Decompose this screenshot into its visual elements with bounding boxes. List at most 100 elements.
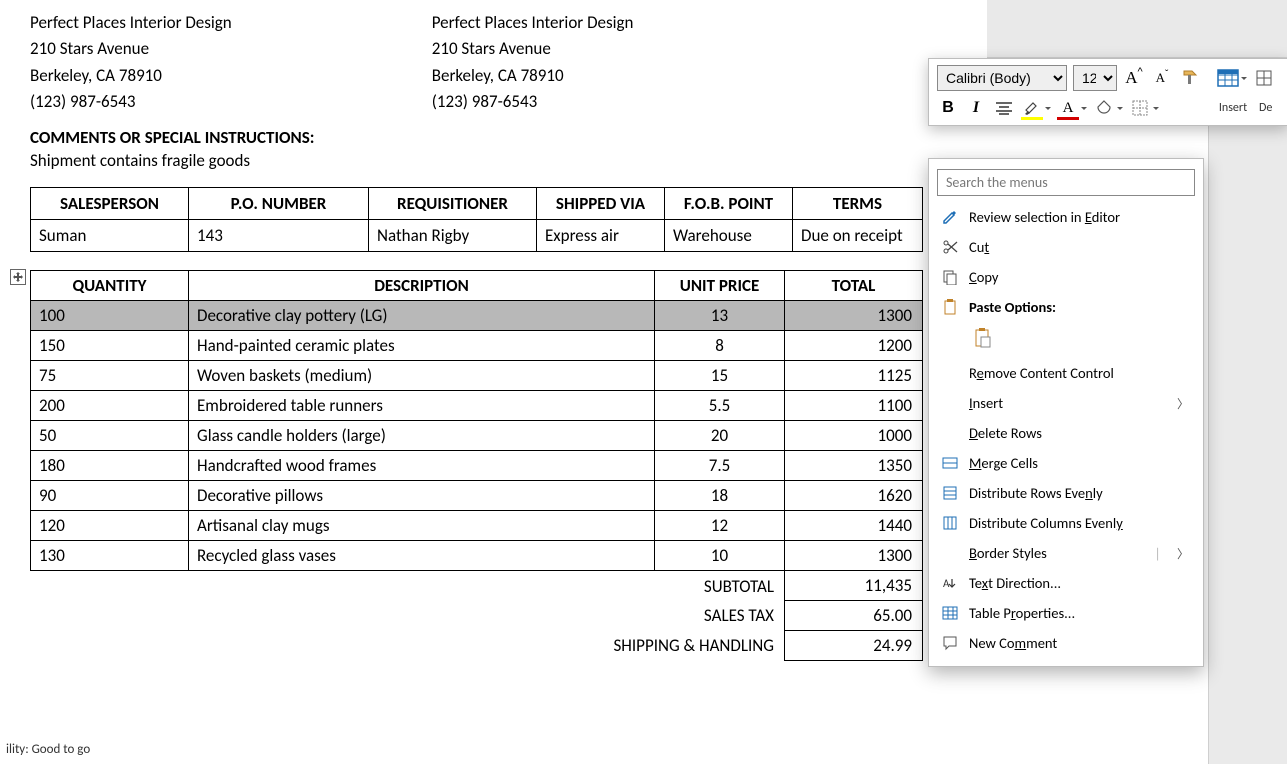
borders-icon[interactable] bbox=[1129, 97, 1151, 119]
table-move-handle-icon[interactable] bbox=[10, 269, 26, 285]
value-salestax[interactable]: 65.00 bbox=[785, 601, 923, 631]
cell-unit[interactable]: 15 bbox=[655, 361, 785, 391]
cell-qty[interactable]: 130 bbox=[31, 541, 189, 571]
menu-border-styles[interactable]: Border Styles | 〉 bbox=[929, 538, 1203, 568]
cell-desc[interactable]: Recycled glass vases bbox=[189, 541, 655, 571]
insert-cells-icon[interactable] bbox=[1253, 67, 1275, 89]
menu-cut[interactable]: Cut bbox=[929, 232, 1203, 262]
font-color-icon[interactable]: A bbox=[1057, 97, 1079, 119]
italic-button[interactable]: I bbox=[965, 97, 987, 119]
cell-shipped[interactable]: Express air bbox=[537, 220, 665, 252]
table-row[interactable]: 130Recycled glass vases101300 bbox=[31, 541, 923, 571]
table-row[interactable]: 90Decorative pillows181620 bbox=[31, 481, 923, 511]
cell-unit[interactable]: 8 bbox=[655, 331, 785, 361]
shrink-font-icon[interactable]: Aˇ bbox=[1151, 67, 1173, 89]
menu-insert[interactable]: Insert 〉 bbox=[929, 388, 1203, 418]
cell-total[interactable]: 1100 bbox=[785, 391, 923, 421]
table-properties-icon bbox=[941, 604, 959, 622]
value-subtotal[interactable]: 11,435 bbox=[785, 571, 923, 601]
table-row[interactable]: 75Woven baskets (medium)151125 bbox=[31, 361, 923, 391]
cell-desc[interactable]: Embroidered table runners bbox=[189, 391, 655, 421]
table-row[interactable]: 200Embroidered table runners5.51100 bbox=[31, 391, 923, 421]
insert-table-icon[interactable] bbox=[1217, 67, 1239, 89]
value-shipping[interactable]: 24.99 bbox=[785, 631, 923, 661]
cell-unit[interactable]: 10 bbox=[655, 541, 785, 571]
table-row[interactable]: 100Decorative clay pottery (LG)131300 bbox=[31, 301, 923, 331]
th-fob: F.O.B. POINT bbox=[665, 188, 793, 220]
menu-copy[interactable]: Copy bbox=[929, 262, 1203, 292]
bold-button[interactable]: B bbox=[937, 97, 959, 119]
font-name-select[interactable]: Calibri (Body) bbox=[937, 65, 1067, 91]
cell-unit[interactable]: 18 bbox=[655, 481, 785, 511]
menu-distribute-columns[interactable]: Distribute Columns Evenly bbox=[929, 508, 1203, 538]
cell-total[interactable]: 1300 bbox=[785, 541, 923, 571]
cell-unit[interactable]: 13 bbox=[655, 301, 785, 331]
menu-remove-content-control[interactable]: Remove Content Control bbox=[929, 358, 1203, 388]
table-row[interactable]: 150Hand-painted ceramic plates81200 bbox=[31, 331, 923, 361]
cell-desc[interactable]: Decorative pillows bbox=[189, 481, 655, 511]
cell-qty[interactable]: 75 bbox=[31, 361, 189, 391]
font-size-select[interactable]: 12 bbox=[1073, 65, 1117, 91]
blank-icon bbox=[941, 364, 959, 382]
addr-line: (123) 987-6543 bbox=[432, 89, 634, 115]
menu-delete-rows[interactable]: Delete Rows bbox=[929, 418, 1203, 448]
cell-total[interactable]: 1620 bbox=[785, 481, 923, 511]
cell-qty[interactable]: 120 bbox=[31, 511, 189, 541]
highlight-color-icon[interactable] bbox=[1021, 97, 1043, 119]
cell-total[interactable]: 1440 bbox=[785, 511, 923, 541]
line-items-table[interactable]: QUANTITY DESCRIPTION UNIT PRICE TOTAL 10… bbox=[30, 270, 923, 661]
table-row[interactable]: 120Artisanal clay mugs121440 bbox=[31, 511, 923, 541]
comments-heading: COMMENTS OR SPECIAL INSTRUCTIONS: bbox=[30, 127, 1257, 148]
cell-desc[interactable]: Artisanal clay mugs bbox=[189, 511, 655, 541]
cell-qty[interactable]: 90 bbox=[31, 481, 189, 511]
cell-unit[interactable]: 20 bbox=[655, 421, 785, 451]
cell-total[interactable]: 1000 bbox=[785, 421, 923, 451]
menu-text-direction[interactable]: A Text Direction... bbox=[929, 568, 1203, 598]
paste-keep-source-icon[interactable] bbox=[969, 324, 997, 352]
menu-distribute-rows[interactable]: Distribute Rows Evenly bbox=[929, 478, 1203, 508]
format-painter-icon[interactable] bbox=[1179, 67, 1201, 89]
cell-unit[interactable]: 12 bbox=[655, 511, 785, 541]
cell-total[interactable]: 1350 bbox=[785, 451, 923, 481]
cell-qty[interactable]: 100 bbox=[31, 301, 189, 331]
cell-po[interactable]: 143 bbox=[189, 220, 369, 252]
cell-salesperson[interactable]: Suman bbox=[31, 220, 189, 252]
cell-qty[interactable]: 50 bbox=[31, 421, 189, 451]
menu-review-in-editor[interactable]: Review selection in Editor bbox=[929, 202, 1203, 232]
cell-total[interactable]: 1300 bbox=[785, 301, 923, 331]
cell-qty[interactable]: 200 bbox=[31, 391, 189, 421]
cell-desc[interactable]: Woven baskets (medium) bbox=[189, 361, 655, 391]
cell-terms[interactable]: Due on receipt bbox=[793, 220, 923, 252]
addr-line: Berkeley, CA 78910 bbox=[30, 63, 232, 89]
status-bar: ility: Good to go bbox=[0, 740, 96, 762]
menu-search-input[interactable]: Search the menus bbox=[937, 169, 1195, 196]
cell-desc[interactable]: Glass candle holders (large) bbox=[189, 421, 655, 451]
cell-qty[interactable]: 180 bbox=[31, 451, 189, 481]
cell-qty[interactable]: 150 bbox=[31, 331, 189, 361]
cell-requisitioner[interactable]: Nathan Rigby bbox=[369, 220, 537, 252]
grow-font-icon[interactable]: A^ bbox=[1123, 67, 1145, 89]
cell-desc[interactable]: Handcrafted wood frames bbox=[189, 451, 655, 481]
cell-total[interactable]: 1200 bbox=[785, 331, 923, 361]
copy-icon bbox=[941, 268, 959, 286]
cell-unit[interactable]: 5.5 bbox=[655, 391, 785, 421]
cell-total[interactable]: 1125 bbox=[785, 361, 923, 391]
table-row[interactable]: Suman 143 Nathan Rigby Express air Wareh… bbox=[31, 220, 923, 252]
ribbon-gray-background bbox=[987, 0, 1287, 58]
table-row[interactable]: 180Handcrafted wood frames7.51350 bbox=[31, 451, 923, 481]
order-header-table[interactable]: SALESPERSON P.O. NUMBER REQUISITIONER SH… bbox=[30, 187, 923, 252]
comment-icon bbox=[941, 634, 959, 652]
menu-merge-cells[interactable]: Merge Cells bbox=[929, 448, 1203, 478]
table-row[interactable]: 50Glass candle holders (large)201000 bbox=[31, 421, 923, 451]
menu-table-properties[interactable]: Table Properties... bbox=[929, 598, 1203, 628]
insert-label[interactable]: Insert bbox=[1213, 101, 1253, 115]
delete-label[interactable]: De bbox=[1259, 101, 1279, 115]
cell-desc[interactable]: Decorative clay pottery (LG) bbox=[189, 301, 655, 331]
cell-desc[interactable]: Hand-painted ceramic plates bbox=[189, 331, 655, 361]
cell-unit[interactable]: 7.5 bbox=[655, 451, 785, 481]
cell-fob[interactable]: Warehouse bbox=[665, 220, 793, 252]
shading-icon[interactable] bbox=[1093, 97, 1115, 119]
align-icon[interactable] bbox=[993, 97, 1015, 119]
menu-new-comment[interactable]: New Comment bbox=[929, 628, 1203, 658]
paste-options-row bbox=[929, 322, 1203, 358]
